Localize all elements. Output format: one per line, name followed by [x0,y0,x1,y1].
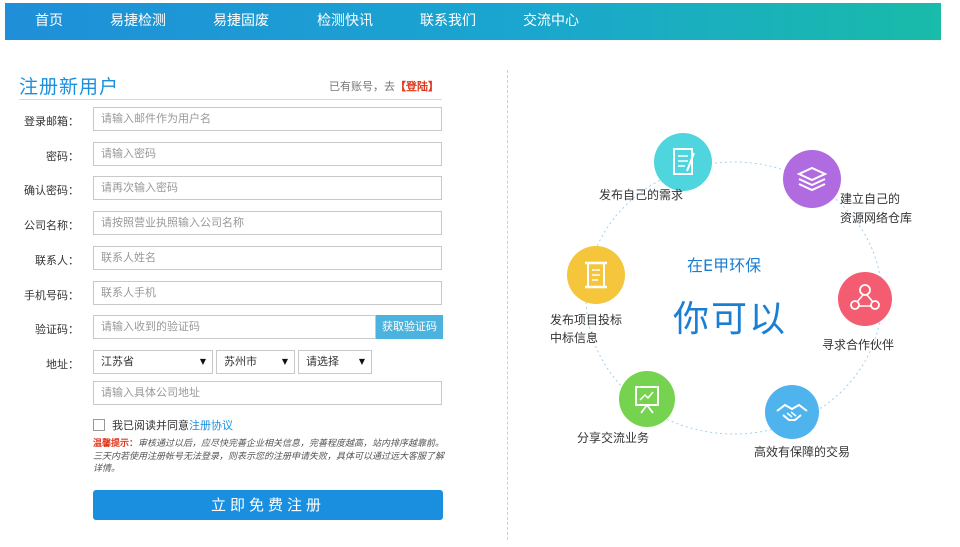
center-title: 你可以 [673,299,788,340]
have-account: 已有账号，去【登陆】 [329,78,439,94]
have-account-text: 已有账号，去 [329,80,395,93]
company-label: 公司名称： [24,219,79,232]
contact-input[interactable]: 联系人姓名 [93,246,442,270]
feature-label: 发布项目投标 [550,313,623,327]
confirm-password-label: 确认密码： [24,184,79,197]
agree-row: 我已阅读并同意 注册协议 [93,417,233,433]
phone-label: 手机号码： [24,289,79,302]
agree-checkbox[interactable] [93,419,105,431]
agree-text: 我已阅读并同意 [112,419,189,432]
city-value: 苏州市 [224,355,257,368]
database-icon [783,150,841,208]
top-nav: 首页 易捷检测 易捷固废 检测快讯 联系我们 交流中心 [5,3,941,40]
notice-lead: 温馨提示： [93,439,139,449]
notice: 温馨提示：审核通过以后，应尽快完善企业相关信息，完善程度越高，站内排序越靠前。三… [93,438,445,476]
agreement-link[interactable]: 注册协议 [189,417,233,433]
phone-input[interactable]: 联系人手机 [93,281,442,305]
contact-label: 联系人： [35,254,79,267]
feature-label-line2: 资源网络仓库 [840,211,913,225]
register-button[interactable]: 立即免费注册 [93,490,443,520]
chevron-down-icon: ▼ [358,357,365,366]
captcha-label: 验证码： [35,323,79,336]
scroll-icon [567,246,625,304]
notice-text: 审核通过以后，应尽快完善企业相关信息，完善程度越高，站内排序越靠前。三天内若使用… [93,439,445,474]
nav-news[interactable]: 检测快讯 [317,3,373,40]
login-link[interactable]: 【登陆】 [395,80,439,93]
district-select[interactable]: 请选择 ▼ [298,350,372,374]
password-label: 密码： [46,150,79,163]
address-label: 地址： [46,358,79,371]
captcha-input[interactable]: 请输入收到的验证码 [93,315,376,339]
city-select[interactable]: 苏州市 ▼ [216,350,295,374]
nav-home[interactable]: 首页 [35,3,63,40]
nav-solid-waste[interactable]: 易捷固废 [213,3,269,40]
document-icon [654,133,712,191]
feature-diagram: 在E甲环保 你可以 发布自己的需求 建立自己的 资源网络仓库 寻求合作伙伴 高效… [508,40,960,547]
feature-label-line2: 中标信息 [550,331,599,345]
email-label: 登录邮箱： [24,115,79,128]
email-input[interactable]: 请输入邮件作为用户名 [93,107,442,131]
form-title: 注册新用户 [19,76,120,98]
chevron-down-icon: ▼ [281,357,288,366]
feature-label: 高效有保障的交易 [754,445,851,459]
district-value: 请选择 [306,355,339,368]
feature-label: 分享交流业务 [577,431,650,445]
feature-label: 建立自己的 [840,192,901,206]
title-divider [19,99,442,100]
password-input[interactable]: 请输入密码 [93,142,442,166]
nav-community[interactable]: 交流中心 [523,3,579,40]
feature-label: 发布自己的需求 [599,188,684,202]
network-icon [838,272,892,326]
nav-contact[interactable]: 联系我们 [420,3,476,40]
center-subtitle: 在E甲环保 [687,256,762,275]
company-input[interactable]: 请按照营业执照输入公司名称 [93,211,442,235]
province-value: 江苏省 [101,355,134,368]
handshake-icon [765,385,819,439]
address-input[interactable]: 请输入具体公司地址 [93,381,442,405]
nav-testing[interactable]: 易捷检测 [110,3,166,40]
confirm-password-input[interactable]: 请再次输入密码 [93,176,442,200]
chevron-down-icon: ▼ [199,357,206,366]
province-select[interactable]: 江苏省 ▼ [93,350,213,374]
get-captcha-button[interactable]: 获取验证码 [376,315,443,339]
presentation-icon [619,371,675,427]
feature-label: 寻求合作伙伴 [822,338,895,352]
